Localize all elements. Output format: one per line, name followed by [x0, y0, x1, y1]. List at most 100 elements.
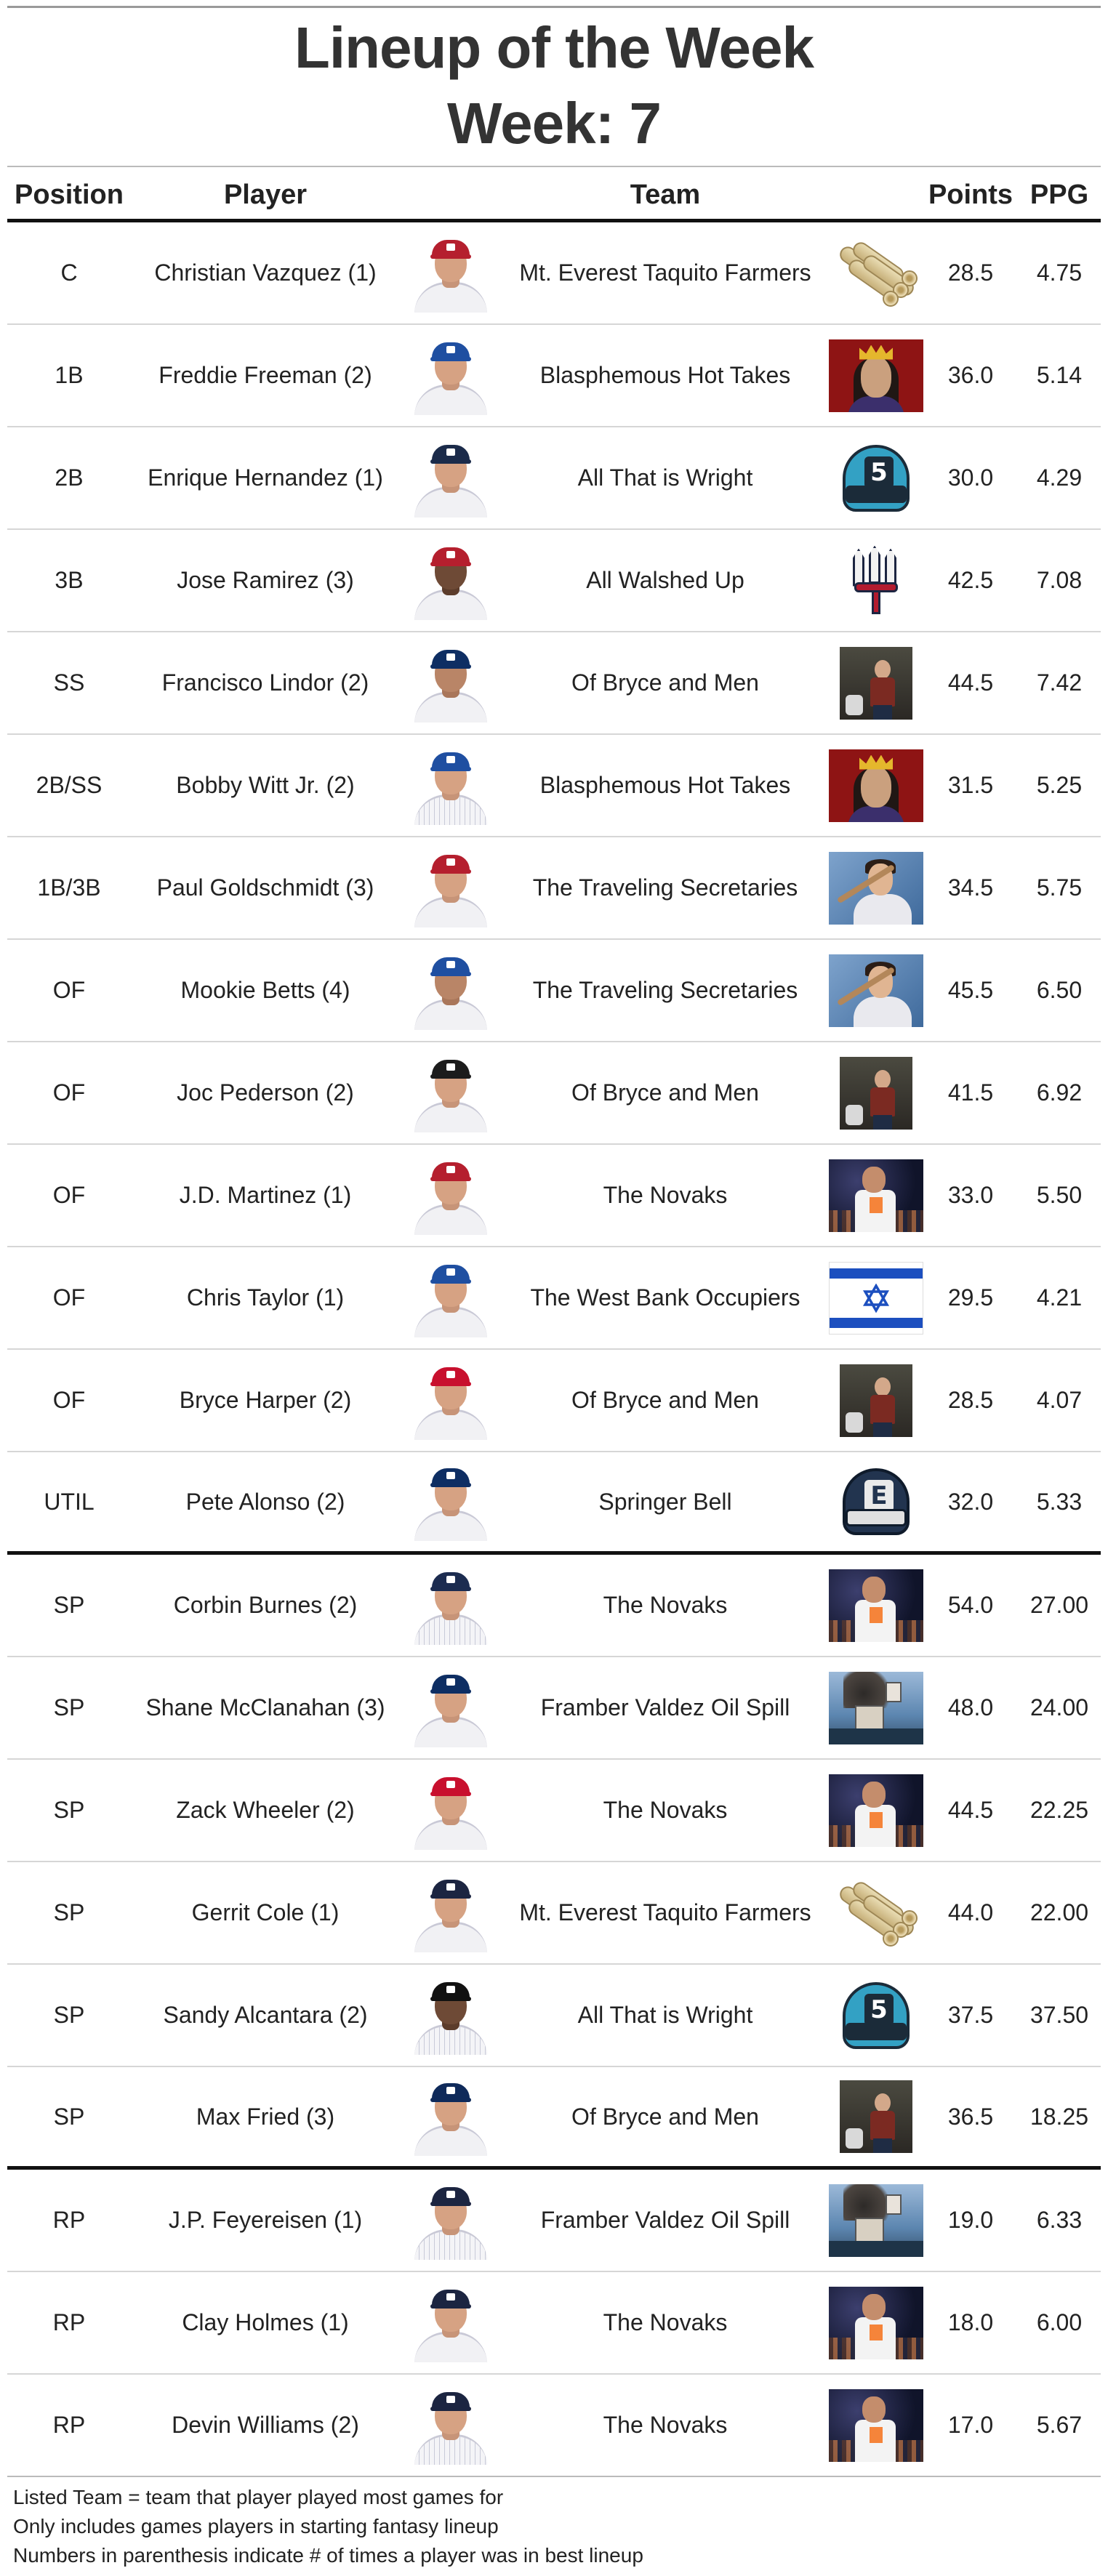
team-cell: Blasphemous Hot Takes [539, 362, 791, 388]
player-headshot [412, 1771, 490, 1850]
ppg-cell: 5.14 [1036, 362, 1083, 388]
team-logo-cell [814, 837, 938, 938]
traveling-logo [829, 954, 923, 1027]
team-logo-cell: E [814, 1452, 938, 1551]
points-cell: 44.5 [947, 669, 994, 696]
player-cell: Gerrit Cole (1) [191, 1899, 340, 1925]
ppg-cell: 6.50 [1036, 977, 1083, 1003]
player-cell: Devin Williams (2) [172, 2412, 359, 2438]
taquito-logo [829, 1877, 923, 1949]
ppg-cell: 5.50 [1036, 1182, 1083, 1208]
team-cell: The Traveling Secretaries [532, 874, 798, 901]
player-headshot [412, 1156, 490, 1235]
ppg-cell: 4.21 [1036, 1284, 1083, 1311]
ppg-cell: 22.25 [1029, 1797, 1089, 1823]
team-cell: Blasphemous Hot Takes [539, 772, 791, 798]
player-cell: Joc Pederson (2) [177, 1079, 354, 1106]
player-headshot [412, 2077, 490, 2156]
player-headshot-cell [400, 1657, 502, 1758]
position-cell: OF [52, 1079, 86, 1106]
points-cell: 28.5 [947, 259, 994, 286]
team-cell: The Novaks [603, 1592, 728, 1618]
team-logo-cell [814, 1555, 938, 1656]
wright-cap-logo: 5 [829, 1979, 923, 2052]
novaks-logo [829, 1569, 923, 1642]
team-cell: Of Bryce and Men [571, 1387, 759, 1413]
team-logo-cell [814, 1760, 938, 1861]
team-logo-cell [814, 632, 938, 733]
team-logo-cell [814, 530, 938, 631]
position-cell: 2B/SS [36, 772, 103, 798]
oil-spill-logo [829, 2183, 923, 2257]
player-headshot-cell [400, 2375, 502, 2476]
team-cell: The Novaks [603, 2412, 728, 2438]
position-cell: OF [52, 1284, 86, 1311]
points-cell: 41.5 [947, 1079, 994, 1106]
points-cell: 42.5 [947, 567, 994, 593]
position-cell: C [60, 259, 78, 286]
player-headshot-cell [400, 222, 502, 323]
player-headshot-cell [400, 632, 502, 733]
player-cell: Christian Vazquez (1) [154, 259, 377, 286]
footnote: Listed Team = team that player played mo… [13, 2486, 504, 2508]
position-cell: SP [53, 1899, 85, 1925]
player-cell: Pete Alonso (2) [185, 1488, 345, 1515]
player-cell: Enrique Hernandez (1) [148, 464, 383, 491]
team-logo-cell [814, 1350, 938, 1451]
player-cell: Sandy Alcantara (2) [163, 2002, 368, 2028]
table-body: C Christian Vazquez (1) Mt. Everest Taquit… [7, 222, 1101, 2477]
table-row: 1B Freddie Freeman (2) Blasphemous Hot Tak… [7, 325, 1101, 427]
player-headshot [412, 2284, 490, 2362]
points-cell: 29.5 [947, 1284, 994, 1311]
player-headshot-cell [400, 1862, 502, 1963]
israel-flag-logo [829, 1261, 923, 1335]
points-cell: 19.0 [947, 2207, 994, 2233]
lineup-table: Position Player Team Points PPG C Christi… [7, 167, 1101, 2477]
player-headshot-cell [400, 2067, 502, 2166]
player-cell: Jose Ramirez (3) [177, 567, 354, 593]
team-logo-cell [814, 1042, 938, 1143]
player-headshot-cell [400, 735, 502, 836]
wright-cap-logo: 5 [829, 442, 923, 515]
player-cell: Chris Taylor (1) [186, 1284, 345, 1311]
team-logo-cell [814, 1145, 938, 1246]
position-cell: RP [52, 2207, 86, 2233]
player-headshot-cell [400, 1350, 502, 1451]
table-row: OF J.D. Martinez (1) The Novaks 33.0 5.50 [7, 1145, 1101, 1247]
blasphemous-logo [829, 339, 923, 412]
title-block: Lineup of the Week Week: 7 [0, 12, 1108, 160]
position-cell: SP [53, 1797, 85, 1823]
ppg-cell: 4.75 [1036, 259, 1083, 286]
table-row: 2B/SS Bobby Witt Jr. (2) Blasphemous Hot T… [7, 735, 1101, 837]
player-headshot [412, 951, 490, 1030]
team-cell: Of Bryce and Men [571, 2103, 759, 2130]
ppg-cell: 7.42 [1036, 669, 1083, 696]
springer-cap-logo: E [829, 1465, 923, 1538]
ppg-cell: 6.92 [1036, 1079, 1083, 1106]
team-cell: All That is Wright [577, 2002, 753, 2028]
ppg-cell: 4.29 [1036, 464, 1083, 491]
ppg-cell: 6.33 [1036, 2207, 1083, 2233]
position-cell: 2B [55, 464, 84, 491]
table-row: RP Devin Williams (2) The Novaks 17.0 5.67 [7, 2375, 1101, 2477]
points-cell: 30.0 [947, 464, 994, 491]
player-cell: Mookie Betts (4) [180, 977, 350, 1003]
points-cell: 33.0 [947, 1182, 994, 1208]
table-row: RP Clay Holmes (1) The Novaks 18.0 6.00 [7, 2272, 1101, 2375]
taquito-logo [829, 237, 923, 310]
ppg-cell: 6.00 [1036, 2309, 1083, 2335]
player-headshot-cell [400, 1452, 502, 1551]
team-cell: The West Bank Occupiers [530, 1284, 800, 1311]
team-cell: The Traveling Secretaries [532, 977, 798, 1003]
team-logo-cell [814, 2272, 938, 2373]
points-cell: 36.0 [947, 362, 994, 388]
bryce-logo [840, 646, 912, 720]
team-cell: The Novaks [603, 2309, 728, 2335]
column-header-ppg: PPG [1029, 180, 1089, 210]
player-headshot [412, 1874, 490, 1952]
player-headshot-cell [400, 1760, 502, 1861]
novaks-logo [829, 2388, 923, 2462]
column-header-player: Player [223, 180, 308, 210]
player-cell: Shane McClanahan (3) [145, 1694, 385, 1720]
table-row: SP Zack Wheeler (2) The Novaks 44.5 22.25 [7, 1760, 1101, 1862]
